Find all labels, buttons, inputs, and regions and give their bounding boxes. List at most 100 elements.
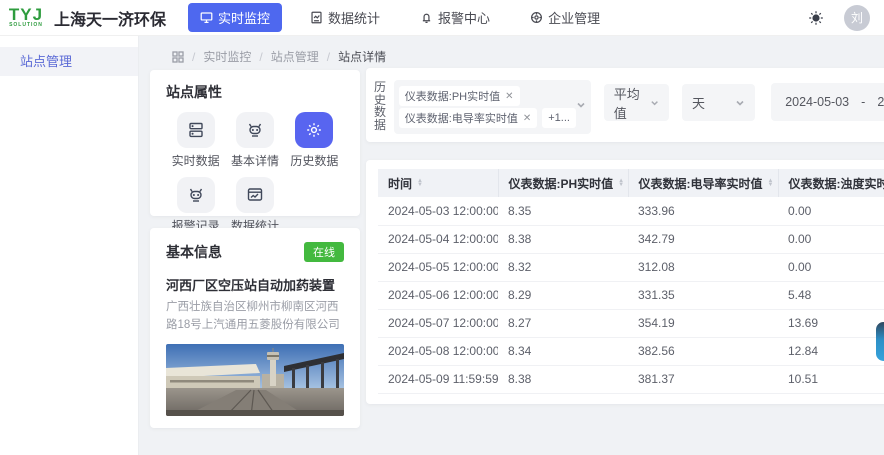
avatar[interactable]: 刘 (844, 4, 870, 31)
history-filter-card: 历史数据 仪表数据:PH实时值 ✕ 仪表数据:电导率实时值 ✕ +1... 平均… (366, 68, 884, 142)
column-header-conductivity: 仪表数据:电导率实时值 (638, 176, 763, 191)
cell-conductivity: 382.56 (628, 337, 778, 366)
attr-item-realtime-data[interactable]: 实时数据 (166, 112, 225, 169)
site-name: 河西厂区空压站自动加药装置 (166, 278, 336, 293)
basic-info-card: 基本信息 在线 河西厂区空压站自动加药装置 广西壮族自治区柳州市柳南区河西路18… (150, 228, 360, 428)
date-start: 2024-05-03 (785, 95, 850, 109)
aggregate-select[interactable]: 平均值 (603, 84, 670, 121)
site-attributes-card: 站点属性 实时数据 基本详情 历史数据 报警记录 数据统计 (150, 70, 360, 233)
navbar-right: 刘 (808, 4, 870, 31)
attr-item-data-statistics[interactable]: 数据统计 (225, 177, 284, 234)
content-area: / 实时监控 / 站点管理 / 站点详情 站点属性 实时数据 基本详情 历史数据… (139, 36, 884, 455)
breadcrumb-item-site-detail: 站点详情 (338, 50, 387, 64)
site-address: 广西壮族自治区柳州市柳南区河西路18号上汽通用五菱股份有限公司 (166, 301, 340, 331)
sort-icon[interactable]: ▲ ▼ (618, 178, 624, 188)
table-row[interactable]: 2024-05-03 12:00:00 8.35 333.96 0.00 (378, 197, 884, 226)
breadcrumb-separator: / (192, 49, 196, 64)
nav-item-enterprise-management[interactable]: 企业管理 (518, 3, 612, 32)
cell-conductivity: 354.19 (628, 309, 778, 338)
cell-turbidity: 13.69 (778, 309, 884, 338)
logo-subtext: SOLUTION (9, 22, 43, 28)
interval-select[interactable]: 天 (682, 84, 756, 121)
sort-icon[interactable]: ▲ ▼ (768, 178, 774, 188)
attribute-grid: 实时数据 基本详情 历史数据 报警记录 数据统计 (166, 112, 344, 234)
attr-item-label: 基本详情 (230, 154, 279, 168)
cell-turbidity: 0.00 (778, 225, 884, 254)
date-end: 2024-05-09 (877, 95, 884, 109)
table-row[interactable]: 2024-05-08 12:00:00 8.34 382.56 12.84 (378, 337, 884, 366)
company-title: 上海天一济环保 (54, 11, 167, 29)
cell-turbidity: 0.00 (778, 253, 884, 282)
history-data-table: 时间 ▲ ▼ 仪表数据:PH实时值 ▲ ▼ 仪表数据:电导率实时值 ▲ ▼ 仪表数据:… (378, 169, 884, 394)
cell-turbidity: 0.00 (778, 197, 884, 226)
cell-ph: 8.29 (498, 281, 628, 310)
table-header-row: 时间 ▲ ▼ 仪表数据:PH实时值 ▲ ▼ 仪表数据:电导率实时值 ▲ ▼ 仪表数据:… (378, 169, 884, 197)
table-row[interactable]: 2024-05-07 12:00:00 8.27 354.19 13.69 (378, 309, 884, 338)
sidebar-item-site-management[interactable]: 站点管理 (0, 47, 138, 76)
top-navbar: TYJ SOLUTION 上海天一济环保 实时监控 数据统计 报警中心 企业管理 (0, 0, 884, 36)
cell-conductivity: 342.79 (628, 225, 778, 254)
site-photo (166, 343, 344, 416)
database-icon (188, 122, 203, 138)
table-row[interactable]: 2024-05-05 12:00:00 8.32 312.08 0.00 (378, 253, 884, 282)
cell-time: 2024-05-04 12:00:00 (378, 225, 498, 254)
remove-tag-icon[interactable]: ✕ (505, 91, 513, 102)
nav-item-realtime-monitor[interactable]: 实时监控 (188, 3, 283, 32)
filter-label: 历史数据 (374, 80, 387, 132)
status-badge: 在线 (304, 242, 344, 262)
cell-time: 2024-05-09 11:59:59 (378, 365, 498, 394)
logo-text: TYJ (8, 5, 44, 24)
attr-item-label: 历史数据 (290, 154, 339, 168)
column-header-time: 时间 (388, 176, 413, 191)
history-data-table-card: 时间 ▲ ▼ 仪表数据:PH实时值 ▲ ▼ 仪表数据:电导率实时值 ▲ ▼ 仪表数据:… (366, 160, 884, 404)
metric-tag: 仪表数据:PH实时值 ✕ (398, 86, 520, 106)
nav-item-data-statistics[interactable]: 数据统计 (298, 3, 392, 32)
breadcrumb-item-realtime[interactable]: 实时监控 (203, 48, 251, 65)
app-logo[interactable]: TYJ SOLUTION (6, 5, 46, 28)
chart-window-icon (247, 188, 263, 201)
chevron-down-icon (577, 102, 585, 108)
cell-turbidity: 5.48 (778, 281, 884, 310)
cell-ph: 8.32 (498, 253, 628, 282)
monitor-icon (200, 12, 213, 23)
card-title: 基本信息 (166, 244, 222, 260)
scroll-handle[interactable] (876, 322, 884, 361)
attr-item-history-data[interactable]: 历史数据 (285, 112, 344, 169)
tag-label: 仪表数据:电导率实时值 (404, 113, 518, 125)
bell-icon (422, 13, 431, 23)
attr-item-label: 实时数据 (171, 154, 220, 168)
cell-conductivity: 381.37 (628, 365, 778, 394)
column-header-ph: 仪表数据:PH实时值 (508, 176, 614, 191)
metric-tag: 仪表数据:电导率实时值 ✕ (398, 108, 538, 128)
chevron-down-icon (736, 100, 744, 106)
sun-icon[interactable] (808, 10, 824, 26)
table-row[interactable]: 2024-05-06 12:00:00 8.29 331.35 5.48 (378, 281, 884, 310)
breadcrumb-item-site-management[interactable]: 站点管理 (271, 48, 319, 65)
chevron-down-icon (651, 100, 658, 105)
cell-turbidity: 10.51 (778, 365, 884, 394)
interval-value: 天 (692, 96, 706, 111)
date-range-picker[interactable]: 2024-05-03 - 2024-05-09 (771, 83, 884, 121)
table-row[interactable]: 2024-05-09 11:59:59 8.38 381.37 10.51 (378, 365, 884, 394)
tag-label: 仪表数据:PH实时值 (404, 91, 501, 103)
attr-item-basic-details[interactable]: 基本详情 (225, 112, 284, 169)
cell-ph: 8.38 (498, 225, 628, 254)
metric-multiselect[interactable]: 仪表数据:PH实时值 ✕ 仪表数据:电导率实时值 ✕ +1... (393, 80, 591, 134)
attr-item-alarm-records[interactable]: 报警记录 (166, 177, 225, 234)
nav-item-alarm-center[interactable]: 报警中心 (408, 3, 502, 32)
cell-time: 2024-05-06 12:00:00 (378, 281, 498, 310)
cell-ph: 8.27 (498, 309, 628, 338)
cell-time: 2024-05-05 12:00:00 (378, 253, 498, 282)
table-row[interactable]: 2024-05-04 12:00:00 8.38 342.79 0.00 (378, 225, 884, 254)
cell-ph: 8.38 (498, 365, 628, 394)
cell-time: 2024-05-07 12:00:00 (378, 309, 498, 338)
sidebar: 站点管理 (0, 36, 139, 455)
cell-conductivity: 331.35 (628, 281, 778, 310)
more-tags-chip[interactable]: +1... (542, 108, 576, 128)
sort-icon[interactable]: ▲ ▼ (417, 178, 423, 188)
remove-tag-icon[interactable]: ✕ (523, 113, 531, 124)
gear-icon (307, 123, 322, 137)
report-icon (311, 11, 322, 24)
grid-icon[interactable] (172, 50, 184, 63)
cell-time: 2024-05-08 12:00:00 (378, 337, 498, 366)
